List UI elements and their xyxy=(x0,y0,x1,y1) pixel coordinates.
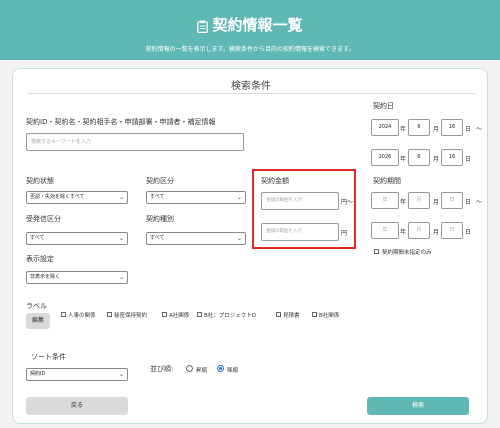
search-panel-title: 検索条件 xyxy=(231,81,271,92)
order-asc-radio[interactable] xyxy=(186,365,193,372)
period-from-year[interactable]: 年 xyxy=(371,192,399,209)
send-label: 受発信区分 xyxy=(26,215,61,223)
period-from-day[interactable]: 日 xyxy=(441,192,463,209)
display-select[interactable]: 非表示を除く ⌄ xyxy=(26,271,128,284)
type-label: 契約種別 xyxy=(146,215,174,223)
period-from-month[interactable]: 月 xyxy=(408,192,430,209)
back-button[interactable]: 戻る xyxy=(26,397,128,415)
label-option: B社：プロジェクトD xyxy=(204,313,257,319)
amount-highlight-box xyxy=(252,169,356,249)
chevron-down-icon: ⌄ xyxy=(118,371,124,378)
order-desc-label: 降順 xyxy=(227,368,239,374)
order-asc-label: 昇順 xyxy=(196,368,208,374)
send-select[interactable]: すべて ⌄ xyxy=(26,232,128,245)
date-to-day[interactable]: 16 xyxy=(441,149,463,166)
label-checkbox[interactable] xyxy=(162,312,167,317)
sort-label: ソート条件 xyxy=(31,353,66,361)
period-unspecified-checkbox[interactable] xyxy=(374,249,379,254)
label-option: B社関係 xyxy=(319,313,340,319)
page-header: 契約情報一覧 契約情報の一覧を表示します。検索条件から目的の契約情報を検索できま… xyxy=(0,0,500,60)
period-to-day[interactable]: 日 xyxy=(441,222,463,239)
chevron-down-icon: ⌄ xyxy=(118,235,124,242)
label-edit-button[interactable]: 編集 xyxy=(26,313,50,329)
label-option: 見積書 xyxy=(283,313,300,319)
keyword-input[interactable]: 検索するキーワードを入力 xyxy=(26,133,244,151)
date-from-day[interactable]: 16 xyxy=(441,119,463,136)
chevron-down-icon: ⌄ xyxy=(118,194,124,201)
period-to-year[interactable]: 年 xyxy=(371,222,399,239)
order-desc-radio[interactable] xyxy=(217,365,224,372)
label-section-label: ラベル xyxy=(26,302,47,310)
label-checkbox[interactable] xyxy=(107,312,112,317)
chevron-down-icon: ⌄ xyxy=(236,235,242,242)
sort-select[interactable]: 契約ID ⌄ xyxy=(26,368,128,381)
label-checkbox[interactable] xyxy=(61,312,66,317)
category-label: 契約区分 xyxy=(146,177,174,185)
label-checkbox[interactable] xyxy=(312,312,317,317)
category-select[interactable]: すべて ⌄ xyxy=(146,191,246,204)
status-select[interactable]: 否認・失効を除くすべて ⌄ xyxy=(26,191,128,204)
period-unspecified-label: 契約期間未指定のみ xyxy=(382,250,432,256)
label-checkbox[interactable] xyxy=(276,312,281,317)
date-from-year[interactable]: 2024 xyxy=(371,119,399,136)
date-from-month[interactable]: 6 xyxy=(408,119,430,136)
label-option: A社関係 xyxy=(169,313,190,319)
type-select[interactable]: すべて ⌄ xyxy=(146,232,246,245)
label-option: 秘密保持契約 xyxy=(114,313,148,319)
page-title: 契約情報一覧 xyxy=(212,16,303,34)
period-to-month[interactable]: 月 xyxy=(408,222,430,239)
date-to-month[interactable]: 6 xyxy=(408,149,430,166)
label-checkbox[interactable] xyxy=(197,312,202,317)
search-button[interactable]: 検索 xyxy=(367,397,469,415)
display-label: 表示設定 xyxy=(26,255,54,263)
keyword-label: 契約ID・契約名・契約相手名・申請部署・申請者・補足情報 xyxy=(26,118,216,126)
chevron-down-icon: ⌄ xyxy=(118,274,124,281)
clipboard-icon xyxy=(197,20,209,34)
date-to-year[interactable]: 2026 xyxy=(371,149,399,166)
search-panel: 検索条件 契約ID・契約名・契約相手名・申請部署・申請者・補足情報 検索するキー… xyxy=(12,68,488,424)
status-label: 契約状態 xyxy=(26,177,54,185)
divider xyxy=(27,93,475,94)
period-label: 契約期間 xyxy=(373,177,401,185)
chevron-down-icon: ⌄ xyxy=(236,194,242,201)
contract-date-label: 契約日 xyxy=(373,102,394,110)
label-option: 人事の関係 xyxy=(68,313,96,319)
page-subtitle: 契約情報の一覧を表示します。検索条件から目的の契約情報を検索できます。 xyxy=(145,46,355,53)
order-label: 並び順: xyxy=(150,365,174,373)
